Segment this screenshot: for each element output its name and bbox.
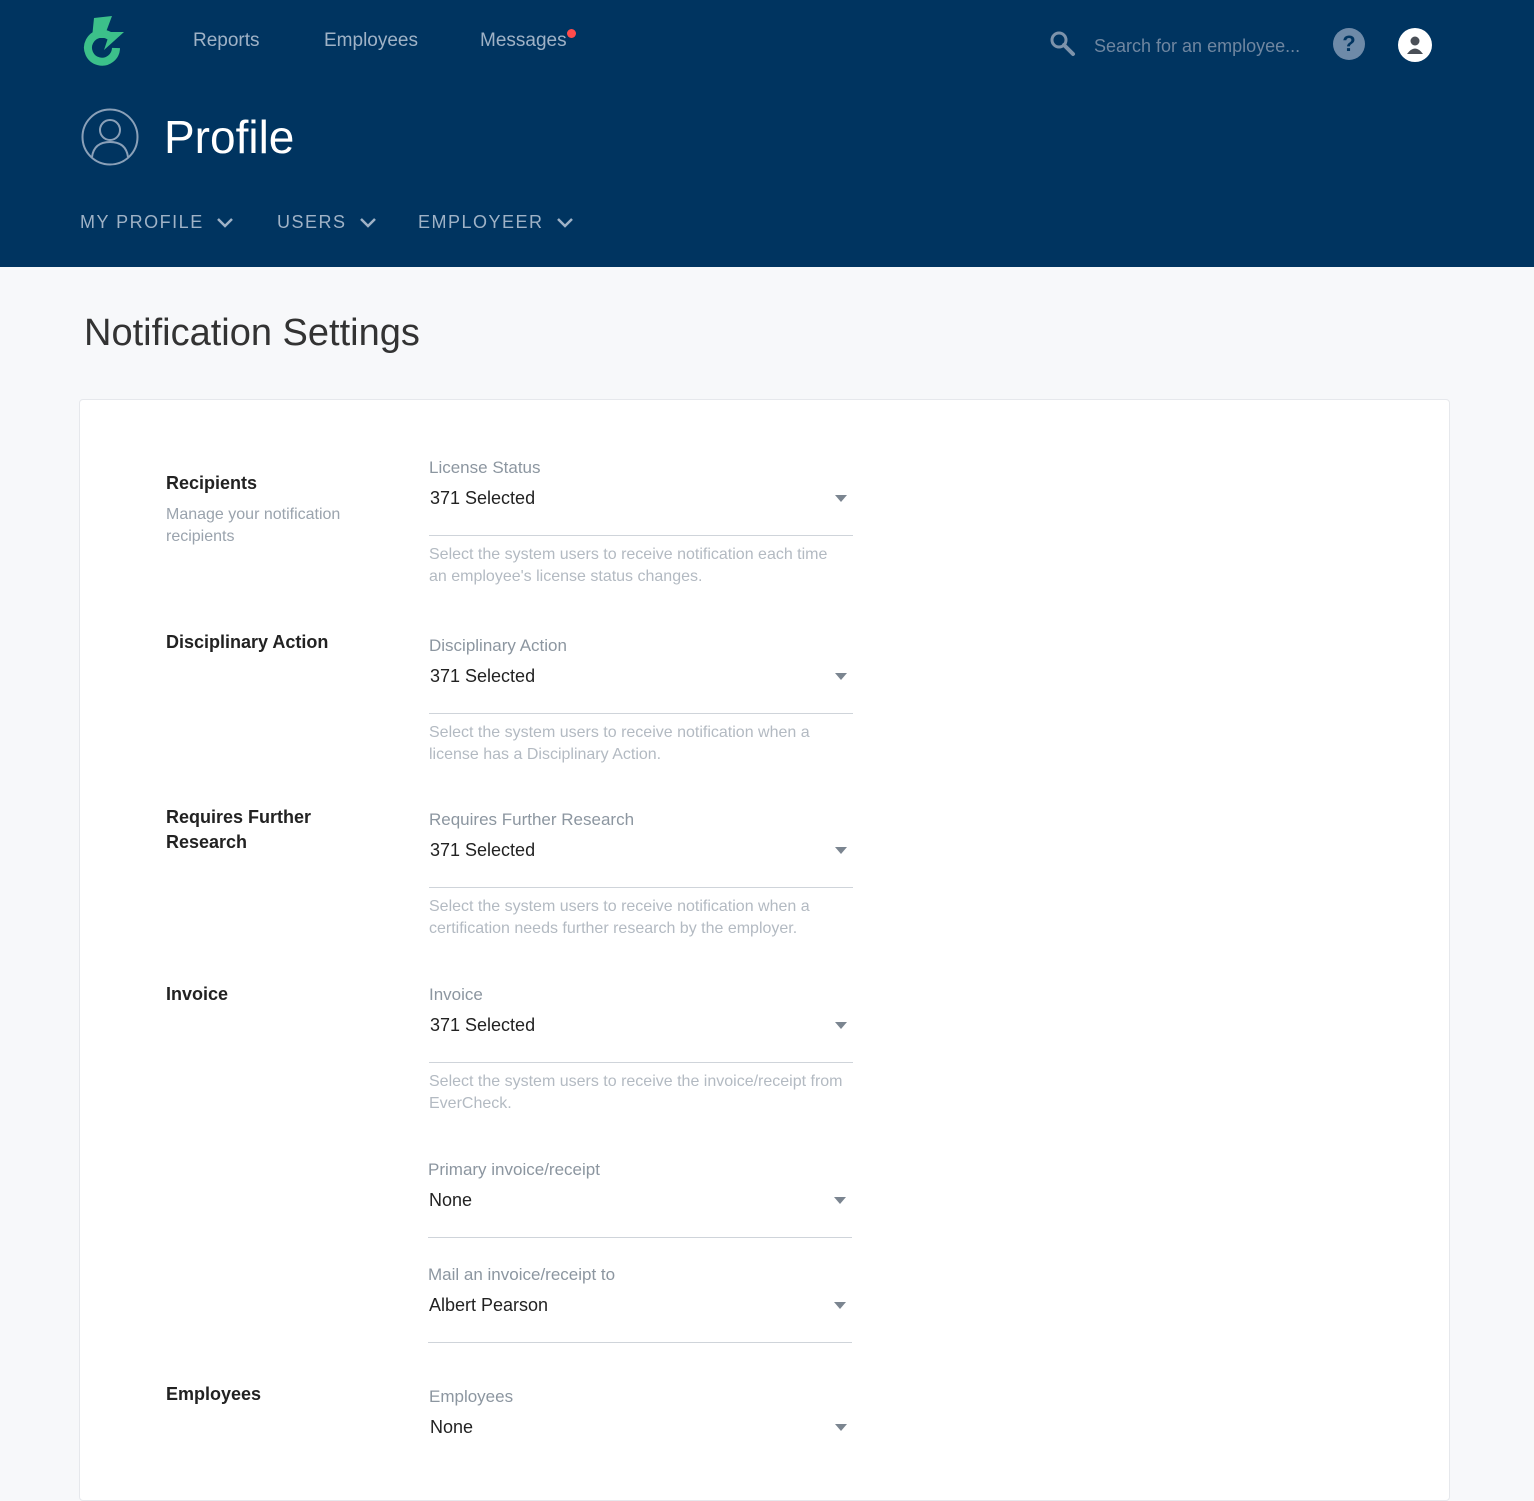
license-status-help: Select the system users to receive notif… (429, 546, 828, 585)
field-label: Requires Further Research (429, 810, 635, 829)
subnav-label: EMPLOYEER (418, 212, 544, 232)
help-icon[interactable]: ? (1333, 28, 1365, 60)
caret-down-icon (835, 495, 847, 502)
field-value: 371 Selected (430, 840, 536, 860)
section-title: Notification Settings (84, 312, 420, 354)
logo-icon[interactable] (80, 12, 128, 70)
requires-further-research-help: Select the system users to receive notif… (429, 898, 810, 937)
employees-select[interactable]: None (429, 1414, 853, 1437)
caret-down-icon (835, 1022, 847, 1029)
requires-further-research-field: Requires Further Research 371 Selected (429, 809, 853, 888)
subnav-users[interactable]: USERS (277, 212, 377, 233)
invoice-select[interactable]: 371 Selected (429, 1012, 853, 1063)
chevron-down-icon (359, 217, 376, 228)
primary-invoice-field: Primary invoice/receipt None (428, 1159, 852, 1238)
invoice-field: Invoice 371 Selected (429, 984, 853, 1063)
group-title-disciplinary-action: Disciplinary Action (166, 632, 329, 652)
profile-icon (81, 108, 139, 166)
chevron-down-icon (556, 217, 573, 228)
page-title: Profile (164, 111, 295, 163)
user-avatar-icon[interactable] (1397, 27, 1433, 63)
subnav-label: USERS (277, 212, 347, 232)
field-label: Employees (429, 1387, 514, 1406)
caret-down-icon (834, 1302, 846, 1309)
group-title-employees: Employees (166, 1384, 262, 1404)
field-value: None (429, 1190, 473, 1210)
group-title-invoice: Invoice (166, 984, 229, 1004)
caret-down-icon (835, 673, 847, 680)
invoice-help: Select the system users to receive the i… (429, 1073, 843, 1112)
employees-field: Employees None (429, 1386, 853, 1437)
license-status-select[interactable]: 371 Selected (429, 485, 853, 536)
license-status-field: License Status 371 Selected (429, 457, 853, 536)
group-title-recipients: Recipients (166, 473, 258, 493)
primary-invoice-select[interactable]: None (428, 1187, 852, 1238)
group-title-requires-further-research: Requires Further Research (166, 807, 312, 852)
subnav-employeer[interactable]: EMPLOYEER (418, 212, 574, 233)
nav-messages[interactable]: Messages (480, 30, 567, 52)
messages-notification-dot (567, 29, 576, 38)
field-label: Mail an invoice/receipt to (428, 1265, 616, 1284)
chevron-down-icon (216, 217, 233, 228)
field-label: Invoice (429, 985, 483, 1004)
field-value: 371 Selected (430, 488, 536, 508)
group-desc-recipients: Manage your notification recipients (166, 506, 341, 545)
nav-reports[interactable]: Reports (193, 30, 260, 52)
field-label: Disciplinary Action (429, 636, 567, 655)
mail-invoice-field: Mail an invoice/receipt to Albert Pearso… (428, 1264, 852, 1343)
caret-down-icon (835, 847, 847, 854)
caret-down-icon (834, 1197, 846, 1204)
field-value: Albert Pearson (429, 1295, 549, 1315)
field-label: Primary invoice/receipt (428, 1160, 600, 1179)
nav-employees[interactable]: Employees (324, 30, 418, 52)
requires-further-research-select[interactable]: 371 Selected (429, 837, 853, 888)
field-value: 371 Selected (430, 666, 536, 686)
field-label: License Status (429, 458, 541, 477)
mail-invoice-select[interactable]: Albert Pearson (428, 1292, 852, 1343)
caret-down-icon (835, 1424, 847, 1431)
disciplinary-action-help: Select the system users to receive notif… (429, 724, 810, 763)
top-header: Reports Employees Messages ? Profile MY … (0, 0, 1534, 267)
disciplinary-action-select[interactable]: 371 Selected (429, 663, 853, 714)
subnav-my-profile[interactable]: MY PROFILE (80, 212, 234, 233)
disciplinary-action-field: Disciplinary Action 371 Selected (429, 635, 853, 714)
search-input[interactable] (1094, 30, 1314, 62)
search-icon[interactable] (1048, 29, 1076, 57)
field-value: 371 Selected (430, 1015, 536, 1035)
field-value: None (430, 1417, 474, 1437)
subnav-label: MY PROFILE (80, 212, 204, 232)
